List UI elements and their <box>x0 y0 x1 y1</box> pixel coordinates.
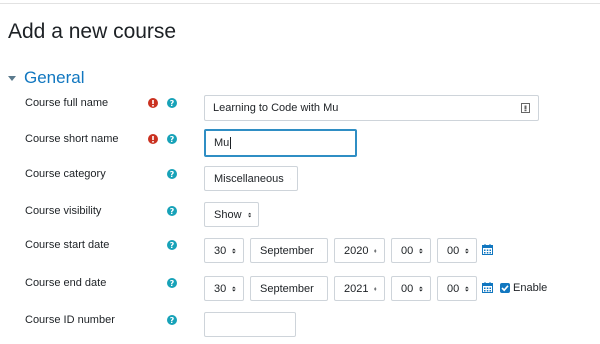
page-title: Add a new course <box>8 20 177 43</box>
category-label: Course category <box>25 168 106 180</box>
sort-icon <box>374 248 377 253</box>
required-icon <box>148 98 158 108</box>
end-month-value: September <box>260 282 314 295</box>
svg-text:?: ? <box>170 241 175 250</box>
enable-checkbox[interactable] <box>500 283 510 293</box>
short-name-input[interactable]: Mu <box>204 129 357 157</box>
end-hour-value: 00 <box>401 282 414 295</box>
sort-icon <box>465 286 469 291</box>
category-value: Miscellaneous <box>214 172 284 185</box>
start-minute-select[interactable]: 00 <box>437 238 477 263</box>
end-day-select[interactable]: 30 <box>204 276 244 301</box>
start-hour-value: 00 <box>401 244 414 257</box>
visibility-label: Course visibility <box>25 205 102 217</box>
help-icon[interactable]: ? <box>167 134 177 144</box>
end-minute-value: 00 <box>447 282 460 295</box>
calendar-icon[interactable] <box>482 244 493 255</box>
category-select[interactable]: Miscellaneous <box>204 166 298 191</box>
start-day-value: 30 <box>214 244 227 257</box>
svg-text:?: ? <box>170 316 175 325</box>
start-hour-select[interactable]: 00 <box>391 238 431 263</box>
start-year-select[interactable]: 2020 <box>334 238 385 263</box>
sort-icon <box>419 248 423 253</box>
start-date-label: Course start date <box>25 239 110 251</box>
sort-icon <box>232 248 236 253</box>
visibility-value: Show <box>214 208 242 221</box>
full-name-value: Learning to Code with Mu <box>213 102 339 114</box>
help-icon[interactable]: ? <box>167 278 177 288</box>
svg-text:?: ? <box>170 99 175 108</box>
full-name-input[interactable]: Learning to Code with Mu <box>204 95 539 121</box>
end-date-enable[interactable]: Enable <box>500 282 547 294</box>
enable-label: Enable <box>513 282 548 294</box>
sort-icon <box>465 248 469 253</box>
start-day-select[interactable]: 30 <box>204 238 244 263</box>
end-month-select[interactable]: September <box>250 276 328 301</box>
end-year-value: 2021 <box>344 282 369 295</box>
short-name-label: Course short name <box>25 133 119 145</box>
end-day-value: 30 <box>214 282 227 295</box>
end-hour-select[interactable]: 00 <box>391 276 431 301</box>
start-month-select[interactable]: September <box>250 238 328 263</box>
id-number-label: Course ID number <box>25 314 115 326</box>
required-icon <box>148 134 158 144</box>
visibility-select[interactable]: Show <box>204 202 259 227</box>
end-year-select[interactable]: 2021 <box>334 276 385 301</box>
sort-icon <box>247 212 251 217</box>
svg-text:?: ? <box>170 279 175 288</box>
help-icon[interactable]: ? <box>167 240 177 250</box>
help-icon[interactable]: ? <box>167 315 177 325</box>
top-divider <box>0 3 600 4</box>
help-icon[interactable]: ? <box>167 206 177 216</box>
end-date-label: Course end date <box>25 277 107 289</box>
start-year-value: 2020 <box>344 244 369 257</box>
help-icon[interactable]: ? <box>167 169 177 179</box>
id-number-input[interactable] <box>204 312 296 337</box>
section-general-toggle[interactable]: General <box>8 67 84 89</box>
short-name-value: Mu <box>214 137 230 149</box>
start-minute-value: 00 <box>447 244 460 257</box>
calendar-icon[interactable] <box>482 282 493 293</box>
check-icon <box>501 285 509 292</box>
svg-text:?: ? <box>170 207 175 216</box>
start-month-value: September <box>260 244 314 257</box>
svg-text:?: ? <box>170 170 175 179</box>
sort-icon <box>232 286 236 291</box>
end-minute-select[interactable]: 00 <box>437 276 477 301</box>
text-cursor <box>230 137 232 149</box>
sort-icon <box>374 286 377 291</box>
help-icon[interactable]: ? <box>167 98 177 108</box>
svg-text:?: ? <box>170 135 175 144</box>
section-title: General <box>24 68 85 87</box>
caret-down-icon <box>8 75 16 81</box>
full-name-label: Course full name <box>25 97 109 109</box>
sort-icon <box>419 286 423 291</box>
lock-icon <box>521 103 530 113</box>
